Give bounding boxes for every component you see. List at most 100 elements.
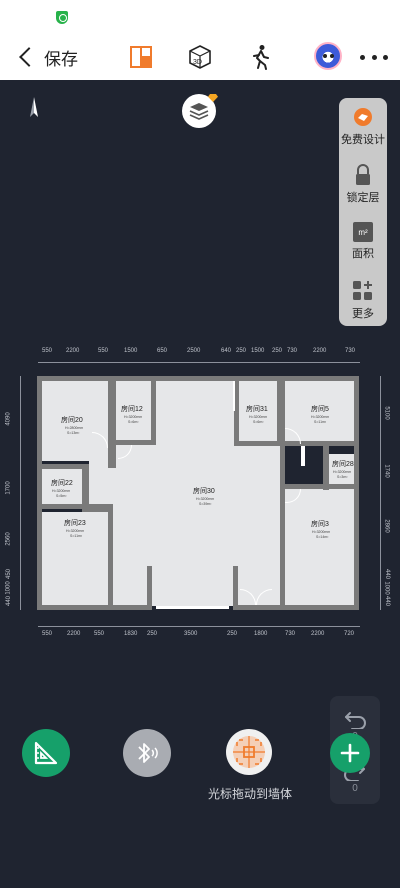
dim-top-0: 550	[42, 348, 53, 354]
room-31-name: 房间31	[246, 406, 268, 413]
room-23-area: S=11m²	[70, 534, 83, 538]
walk-mode-icon[interactable]	[246, 43, 274, 71]
dim-bottom-7: 1800	[254, 631, 268, 637]
dim-top-2: 550	[98, 348, 109, 354]
room-23-name: 房间23	[64, 520, 86, 527]
compass-icon	[30, 97, 38, 117]
dim-bottom-2: 550	[94, 631, 105, 637]
room-22-name: 房间22	[51, 480, 73, 487]
dim-bottom-5: 3500	[184, 631, 198, 637]
room-28-height: H=3200mm	[333, 470, 352, 474]
wall	[233, 566, 238, 610]
dim-bottom-1: 2200	[67, 631, 81, 637]
room-3-height: H=3200mm	[312, 530, 331, 534]
area-button[interactable]: m² 面积	[339, 222, 387, 261]
side-panel: 免费设计 锁定层 m² 面积 更多	[339, 98, 387, 326]
lock-layer-button[interactable]: 锁定层	[339, 164, 387, 205]
dim-right-5: 440	[384, 595, 391, 607]
more-tools-label: 更多	[352, 308, 374, 320]
dim-bottom-8: 730	[285, 631, 296, 637]
wall	[37, 376, 359, 381]
dim-top-1: 2200	[66, 348, 80, 354]
dim-top-3: 1500	[124, 348, 138, 354]
room-30-height: H=3200mm	[196, 497, 215, 501]
set-square-icon	[34, 741, 58, 765]
dim-bottom-10: 720	[344, 631, 355, 637]
free-design-label: 免费设计	[341, 134, 385, 146]
wall	[37, 376, 42, 610]
more-tools-button[interactable]: 更多	[339, 280, 387, 321]
free-design-button[interactable]: 免费设计	[339, 106, 387, 147]
room-20-height: H=2800mm	[65, 426, 84, 430]
room-28-area: S=3m²	[337, 475, 348, 479]
add-button[interactable]	[330, 733, 370, 773]
plus-icon	[340, 743, 360, 763]
dim-top-4: 650	[157, 348, 168, 354]
room-3[interactable]	[285, 488, 354, 605]
dim-top-9: 250	[272, 348, 283, 354]
design-service-icon	[354, 108, 372, 126]
wall	[37, 504, 89, 509]
design-canvas[interactable]: 免费设计 锁定层 m² 面积 更多 550 2200 550 1500 650 …	[0, 80, 400, 888]
dim-top-12: 730	[345, 348, 356, 354]
dim-left-5: 440	[6, 595, 13, 607]
room-22-area: S=5m²	[56, 494, 67, 498]
window	[156, 606, 229, 609]
room-30-area: S=39m²	[199, 502, 212, 506]
dim-bottom-0: 550	[42, 631, 53, 637]
3d-view-icon[interactable]: 3D	[186, 43, 214, 71]
wall	[354, 376, 359, 610]
undo-icon	[345, 711, 366, 729]
wall	[237, 605, 359, 610]
redo-count: 0	[352, 782, 358, 794]
dim-top-6: 640	[221, 348, 232, 354]
door-opening	[301, 446, 305, 466]
room-5-name: 房间5	[311, 406, 329, 413]
wall	[280, 446, 285, 610]
cursor-button[interactable]	[226, 729, 272, 775]
dim-top-11: 2200	[313, 348, 327, 354]
lock-icon	[356, 164, 370, 185]
dimension-line-top	[38, 362, 360, 363]
area-label: 面积	[352, 248, 374, 260]
floor-plan[interactable]: 房间20 H=2800mm S=13m² 房间12 H=3200mm S=6m²…	[37, 376, 359, 610]
dim-bottom-9: 2200	[311, 631, 325, 637]
room-20-name: 房间20	[61, 417, 83, 424]
wall	[37, 605, 151, 610]
door-opening	[233, 381, 235, 411]
dim-top-10: 730	[287, 348, 298, 354]
more-grid-icon	[353, 281, 372, 300]
dim-left-1: 1700	[5, 481, 12, 495]
dimension-line-bottom	[38, 626, 360, 627]
avatar[interactable]	[314, 42, 342, 70]
room-31-area: S=6m²	[253, 420, 264, 424]
room-20-area: S=13m²	[67, 431, 80, 435]
room-22-height: H=3200mm	[52, 489, 71, 493]
dim-left-0: 4090	[5, 412, 12, 426]
floorplan-icon[interactable]	[127, 43, 155, 71]
chevron-left-icon	[19, 47, 39, 67]
dim-top-5: 2500	[187, 348, 201, 354]
dim-left-4: 1000	[5, 581, 12, 595]
dim-bottom-6: 250	[227, 631, 238, 637]
bluetooth-measure-button[interactable]	[123, 729, 171, 777]
room-23-height: H=3200mm	[66, 529, 85, 533]
cursor-hint-text: 光标拖动到墙体	[207, 787, 292, 801]
room-12-height: H=3200mm	[124, 415, 143, 419]
ruler-tool-button[interactable]	[22, 729, 70, 777]
room-12-name: 房间12	[121, 406, 143, 413]
wall	[108, 376, 116, 468]
top-toolbar: 保存 3D	[0, 34, 400, 80]
dim-left-2: 2560	[5, 532, 12, 546]
more-icon[interactable]	[360, 46, 388, 68]
layers-icon	[189, 103, 209, 120]
dim-left-3: 450	[6, 568, 13, 580]
dimension-line-right	[380, 376, 381, 610]
crosshair-icon	[233, 736, 265, 768]
wall	[108, 504, 113, 610]
wall	[151, 376, 156, 444]
wall	[89, 504, 113, 512]
room-3-area: S=14m²	[316, 535, 329, 539]
back-save-button[interactable]: 保存	[16, 43, 78, 71]
dim-right-4: 1000	[383, 581, 390, 595]
